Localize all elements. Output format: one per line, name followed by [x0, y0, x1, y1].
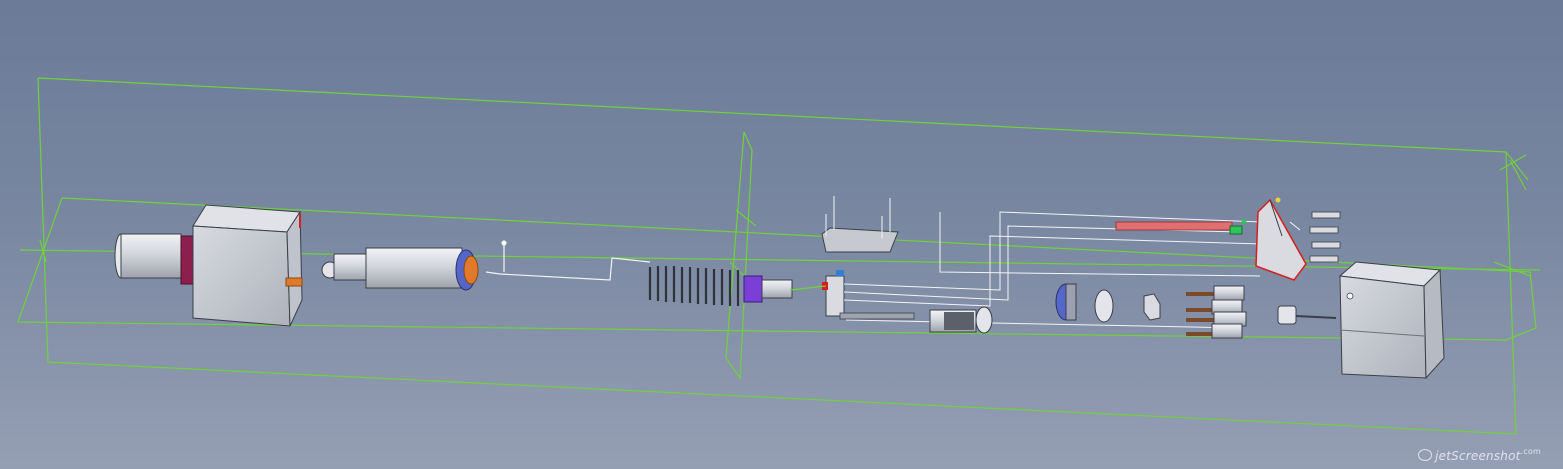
- compression-spring[interactable]: [648, 266, 793, 306]
- lead-screw[interactable]: [485, 240, 651, 281]
- gearbox-motor[interactable]: [114, 204, 303, 327]
- stepper-motor[interactable]: [1277, 261, 1445, 380]
- threaded-rod-housing[interactable]: [321, 247, 479, 291]
- exploded-assembly-drawing: [17, 77, 1541, 435]
- contact-pins[interactable]: [1186, 285, 1247, 339]
- spacer[interactable]: [1055, 283, 1114, 323]
- mounting-plane: [725, 131, 761, 380]
- triangular-bracket[interactable]: [1241, 197, 1307, 281]
- cad-viewport[interactable]: jetScreenshot.com: [0, 0, 1563, 469]
- screws[interactable]: [1309, 211, 1341, 263]
- heater-rod[interactable]: [1115, 221, 1243, 235]
- watermark-label: jetScreenshot.com: [1418, 447, 1541, 463]
- bracket[interactable]: [789, 196, 899, 317]
- nut[interactable]: [1143, 293, 1161, 321]
- camera-logo-icon: [1418, 449, 1433, 461]
